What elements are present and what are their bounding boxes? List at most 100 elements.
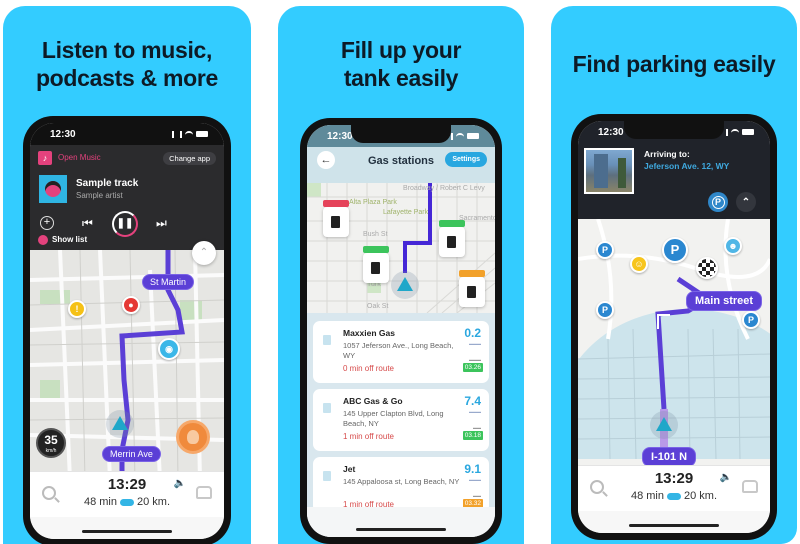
off-route-time: 1 min off route	[343, 432, 394, 441]
change-app-button[interactable]: Change app	[163, 151, 216, 165]
parking-marker[interactable]: P	[596, 301, 614, 319]
station-distance: 0.2	[464, 326, 481, 340]
system-icons	[172, 130, 208, 138]
carpool-icon	[120, 498, 134, 506]
map-label: Alta Plaza Park	[349, 199, 397, 206]
navigation-bar: 13:29 🔈 48 min 20 km.	[578, 465, 770, 511]
station-distance: 7.4	[464, 394, 481, 408]
wazer-icon[interactable]: ☻	[724, 237, 742, 255]
car-icon[interactable]	[742, 480, 758, 493]
wazer-icon[interactable]: ☺	[630, 255, 648, 273]
map-label: Bush St	[363, 231, 388, 238]
distance-unit: ▬▬▬	[469, 341, 481, 346]
current-position-icon	[112, 416, 128, 430]
parking-marker[interactable]: P	[742, 311, 760, 329]
map-label: Lafayette Park	[383, 209, 429, 216]
station-card[interactable]: ABC Gas & Go 145 Upper Clapton Blvd, Lon…	[313, 389, 489, 451]
map-view[interactable]: Alta Plaza Park Lafayette Park Bush St T…	[307, 183, 495, 313]
speaker-icon[interactable]: 🔈	[174, 478, 186, 489]
gas-station-pin[interactable]	[459, 270, 485, 307]
music-promo-panel: Listen to music, podcasts & more 12:30 S…	[3, 6, 251, 544]
station-name: Jet	[343, 464, 356, 474]
status-time: 12:30	[598, 126, 624, 138]
hazard-report-icon[interactable]: !	[68, 300, 86, 318]
home-indicator[interactable]	[356, 528, 446, 531]
phone-frame: 12:30 Arriving to: Jeferson Ave. 12, WY …	[571, 114, 777, 540]
report-button[interactable]	[176, 420, 210, 454]
album-art	[39, 175, 67, 203]
parking-marker-large[interactable]: P	[662, 237, 688, 263]
wifi-icon	[731, 129, 739, 135]
destination-photo[interactable]	[584, 148, 634, 194]
phone-screen: 12:30 ← Gas stations Settings Alta Plaza…	[307, 125, 495, 537]
street-label-st-martin: St Martin	[142, 274, 195, 290]
battery-icon	[742, 129, 754, 135]
price-tag	[323, 200, 349, 207]
wifi-icon	[185, 131, 193, 137]
gas-station-pin[interactable]	[439, 220, 465, 257]
parking-icon: P	[711, 196, 725, 209]
map-label: Oak St	[367, 303, 389, 310]
phone-frame: 12:30 ← Gas stations Settings Alta Plaza…	[300, 118, 502, 544]
gas-pump-icon	[467, 286, 476, 298]
music-app-name[interactable]: Open Music	[58, 153, 101, 162]
trip-summary: 48 min 20 km.	[83, 496, 171, 508]
phone-screen: 12:30 Arriving to: Jeferson Ave. 12, WY …	[578, 121, 770, 533]
music-app-icon: ♪	[38, 150, 52, 165]
phone-screen: 12:30 St Martin ! ● ◉ Merrin Ave 35 km/h…	[30, 123, 224, 539]
gas-pump-icon	[447, 236, 456, 248]
music-app-row: ♪ Open Music Change app	[38, 149, 216, 167]
next-icon[interactable]: ⏭	[156, 211, 167, 235]
gas-pump-icon	[371, 262, 380, 274]
price-tag	[459, 270, 485, 277]
gas-station-pin[interactable]	[323, 200, 349, 237]
station-address: 145 Appaloosa st, Long Beach, NY	[343, 477, 460, 486]
car-icon[interactable]	[196, 486, 212, 499]
police-report-icon[interactable]: ◉	[158, 338, 180, 360]
station-distance: 9.1	[464, 462, 481, 476]
headline: Fill up your tank easily	[340, 37, 462, 91]
map-view[interactable]: P P P P ☺ ☻ Main street I-101 N	[578, 219, 770, 467]
price-tag	[439, 220, 465, 227]
settings-button[interactable]: Settings	[445, 152, 487, 167]
status-time: 12:30	[327, 130, 353, 142]
parking-button[interactable]: P	[708, 192, 728, 212]
gas-header: 12:30 ← Gas stations Settings	[307, 125, 495, 183]
home-indicator[interactable]	[629, 524, 719, 527]
status-time: 12:30	[50, 128, 76, 140]
pause-icon[interactable]: ❚❚	[112, 211, 138, 237]
track-title: Sample track	[76, 178, 139, 189]
gas-station-pin[interactable]	[363, 246, 389, 283]
playback-controls: + ⏮ ❚❚ ⏭	[38, 211, 216, 237]
price-label: ▬▬	[473, 493, 481, 498]
chevron-up-icon[interactable]: ⌃	[736, 192, 756, 212]
notch	[351, 125, 451, 143]
off-route-time: 0 min off route	[343, 364, 394, 373]
station-card[interactable]: Jet 145 Appaloosa st, Long Beach, NY 1 m…	[313, 457, 489, 513]
accident-report-icon[interactable]: ●	[122, 296, 140, 314]
bottom-area	[578, 511, 770, 533]
parking-promo-panel: Find parking easily 12:30 Arriving to: J…	[551, 6, 797, 544]
previous-icon[interactable]: ⏮	[82, 211, 93, 235]
station-address: 1057 Jeferson Ave., Long Beach, WY	[343, 341, 454, 360]
station-icon	[323, 403, 331, 413]
gas-station-list[interactable]: Maxxien Gas 1057 Jeferson Ave., Long Bea…	[307, 313, 495, 537]
parking-marker[interactable]: P	[596, 241, 614, 259]
add-icon[interactable]: +	[40, 216, 54, 230]
map-view[interactable]: St Martin ! ● ◉ Merrin Ave 35 km/h	[30, 250, 224, 473]
bottom-area	[30, 517, 224, 539]
app-store-screenshots: Listen to music, podcasts & more 12:30 S…	[0, 0, 800, 544]
destination-flag-icon[interactable]	[696, 257, 718, 279]
home-indicator[interactable]	[82, 530, 172, 533]
battery-icon	[196, 131, 208, 137]
speedometer: 35 km/h	[36, 428, 66, 458]
show-list-button[interactable]: Show list	[38, 235, 87, 245]
notch	[624, 121, 724, 139]
station-card[interactable]: Maxxien Gas 1057 Jeferson Ave., Long Bea…	[313, 321, 489, 383]
price-tag	[363, 246, 389, 253]
speaker-icon[interactable]: 🔈	[720, 472, 732, 483]
station-price: 03.18	[462, 431, 483, 440]
distance-unit: ▬▬▬	[469, 477, 481, 482]
gas-promo-panel: Fill up your tank easily 12:30 ← Gas sta…	[278, 6, 524, 544]
collapse-button[interactable]: ⌃	[192, 241, 216, 265]
